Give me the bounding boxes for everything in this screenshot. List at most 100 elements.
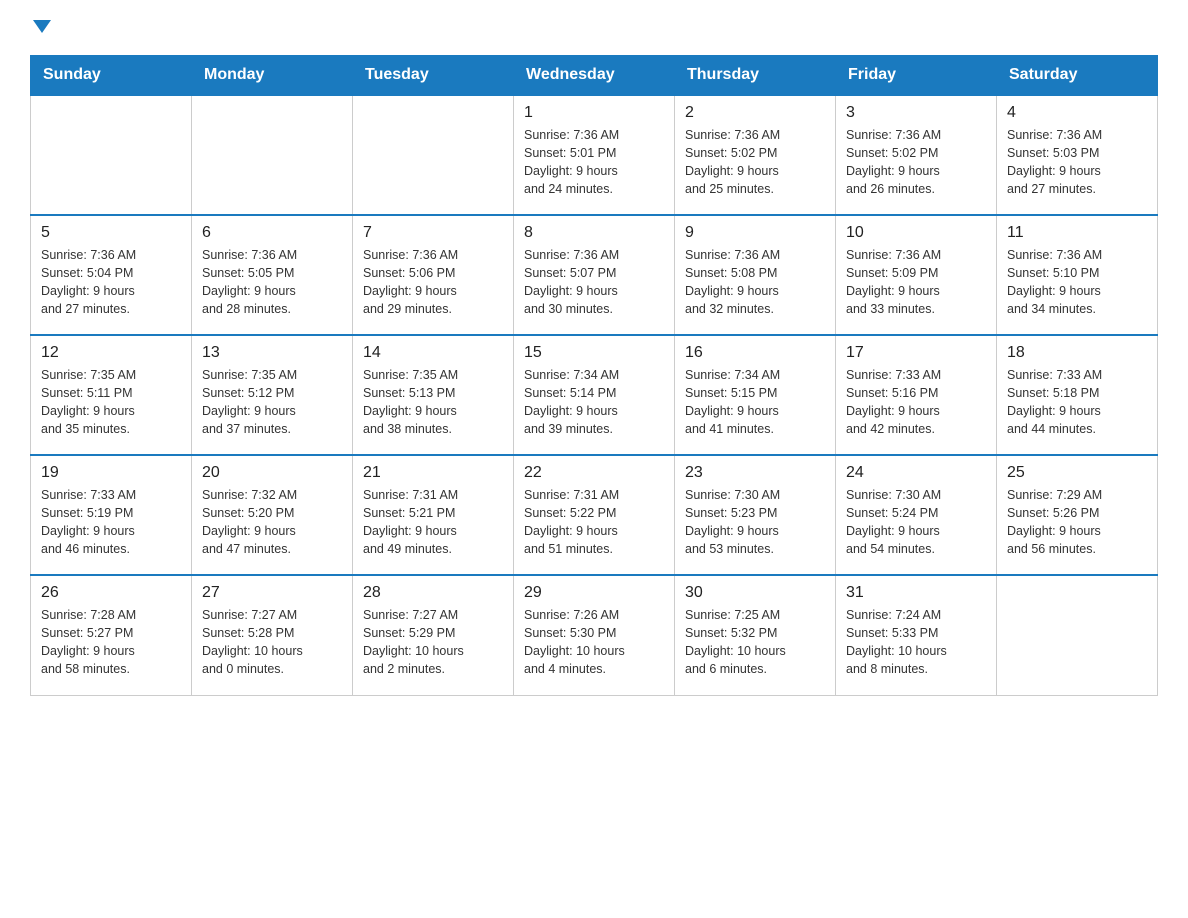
day-number: 17	[846, 344, 986, 362]
day-info: Sunrise: 7:36 AM Sunset: 5:03 PM Dayligh…	[1007, 126, 1147, 199]
day-info: Sunrise: 7:30 AM Sunset: 5:24 PM Dayligh…	[846, 486, 986, 559]
day-number: 29	[524, 584, 664, 602]
calendar-cell: 23 Sunrise: 7:30 AM Sunset: 5:23 PM Dayli…	[675, 455, 836, 575]
day-number: 31	[846, 584, 986, 602]
calendar-cell: 16 Sunrise: 7:34 AM Sunset: 5:15 PM Dayli…	[675, 335, 836, 455]
calendar-cell: 31 Sunrise: 7:24 AM Sunset: 5:33 PM Dayli…	[836, 575, 997, 695]
calendar-cell: 30 Sunrise: 7:25 AM Sunset: 5:32 PM Dayli…	[675, 575, 836, 695]
week-row-5: 26 Sunrise: 7:28 AM Sunset: 5:27 PM Dayli…	[31, 575, 1158, 695]
calendar-cell: 6Sunrise: 7:36 AM Sunset: 5:05 PM Daylig…	[192, 215, 353, 335]
day-info: Sunrise: 7:36 AM Sunset: 5:01 PM Dayligh…	[524, 126, 664, 199]
calendar-cell: 14Sunrise: 7:35 AM Sunset: 5:13 PM Dayli…	[353, 335, 514, 455]
calendar-cell: 29 Sunrise: 7:26 AM Sunset: 5:30 PM Dayli…	[514, 575, 675, 695]
calendar-cell	[997, 575, 1158, 695]
day-info: Sunrise: 7:36 AM Sunset: 5:07 PM Dayligh…	[524, 246, 664, 319]
day-info: Sunrise: 7:31 AM Sunset: 5:22 PM Dayligh…	[524, 486, 664, 559]
day-info: Sunrise: 7:24 AM Sunset: 5:33 PM Dayligh…	[846, 606, 986, 679]
day-number: 23	[685, 464, 825, 482]
day-info: Sunrise: 7:36 AM Sunset: 5:10 PM Dayligh…	[1007, 246, 1147, 319]
day-info: Sunrise: 7:34 AM Sunset: 5:15 PM Dayligh…	[685, 366, 825, 439]
day-info: Sunrise: 7:33 AM Sunset: 5:19 PM Dayligh…	[41, 486, 181, 559]
weekday-header-thursday: Thursday	[675, 56, 836, 96]
day-info: Sunrise: 7:26 AM Sunset: 5:30 PM Dayligh…	[524, 606, 664, 679]
day-number: 18	[1007, 344, 1147, 362]
calendar-table: SundayMondayTuesdayWednesdayThursdayFrid…	[30, 55, 1158, 696]
day-info: Sunrise: 7:36 AM Sunset: 5:02 PM Dayligh…	[685, 126, 825, 199]
day-number: 7	[363, 224, 503, 242]
day-number: 24	[846, 464, 986, 482]
day-number: 5	[41, 224, 181, 242]
calendar-cell: 7 Sunrise: 7:36 AM Sunset: 5:06 PM Daylig…	[353, 215, 514, 335]
weekday-header-tuesday: Tuesday	[353, 56, 514, 96]
calendar-cell: 15 Sunrise: 7:34 AM Sunset: 5:14 PM Dayli…	[514, 335, 675, 455]
day-number: 25	[1007, 464, 1147, 482]
calendar-cell: 11 Sunrise: 7:36 AM Sunset: 5:10 PM Dayli…	[997, 215, 1158, 335]
calendar-cell: 10Sunrise: 7:36 AM Sunset: 5:09 PM Dayli…	[836, 215, 997, 335]
day-number: 15	[524, 344, 664, 362]
calendar-cell: 5 Sunrise: 7:36 AM Sunset: 5:04 PM Daylig…	[31, 215, 192, 335]
day-info: Sunrise: 7:36 AM Sunset: 5:02 PM Dayligh…	[846, 126, 986, 199]
calendar-cell: 8Sunrise: 7:36 AM Sunset: 5:07 PM Daylig…	[514, 215, 675, 335]
calendar-cell: 25 Sunrise: 7:29 AM Sunset: 5:26 PM Dayli…	[997, 455, 1158, 575]
day-number: 13	[202, 344, 342, 362]
day-number: 28	[363, 584, 503, 602]
calendar-cell: 26 Sunrise: 7:28 AM Sunset: 5:27 PM Dayli…	[31, 575, 192, 695]
logo	[30, 20, 51, 35]
day-info: Sunrise: 7:30 AM Sunset: 5:23 PM Dayligh…	[685, 486, 825, 559]
day-info: Sunrise: 7:28 AM Sunset: 5:27 PM Dayligh…	[41, 606, 181, 679]
day-number: 19	[41, 464, 181, 482]
day-number: 30	[685, 584, 825, 602]
day-info: Sunrise: 7:32 AM Sunset: 5:20 PM Dayligh…	[202, 486, 342, 559]
week-row-3: 12 Sunrise: 7:35 AM Sunset: 5:11 PM Dayli…	[31, 335, 1158, 455]
weekday-header-sunday: Sunday	[31, 56, 192, 96]
day-number: 9	[685, 224, 825, 242]
weekday-header-friday: Friday	[836, 56, 997, 96]
day-info: Sunrise: 7:25 AM Sunset: 5:32 PM Dayligh…	[685, 606, 825, 679]
day-number: 11	[1007, 224, 1147, 242]
day-number: 1	[524, 104, 664, 122]
calendar-cell: 18Sunrise: 7:33 AM Sunset: 5:18 PM Dayli…	[997, 335, 1158, 455]
weekday-header-wednesday: Wednesday	[514, 56, 675, 96]
day-info: Sunrise: 7:27 AM Sunset: 5:28 PM Dayligh…	[202, 606, 342, 679]
week-row-1: 1 Sunrise: 7:36 AM Sunset: 5:01 PM Daylig…	[31, 95, 1158, 215]
week-row-4: 19 Sunrise: 7:33 AM Sunset: 5:19 PM Dayli…	[31, 455, 1158, 575]
day-number: 3	[846, 104, 986, 122]
calendar-cell: 2 Sunrise: 7:36 AM Sunset: 5:02 PM Daylig…	[675, 95, 836, 215]
day-info: Sunrise: 7:31 AM Sunset: 5:21 PM Dayligh…	[363, 486, 503, 559]
calendar-cell: 22Sunrise: 7:31 AM Sunset: 5:22 PM Dayli…	[514, 455, 675, 575]
day-info: Sunrise: 7:27 AM Sunset: 5:29 PM Dayligh…	[363, 606, 503, 679]
calendar-cell: 17 Sunrise: 7:33 AM Sunset: 5:16 PM Dayli…	[836, 335, 997, 455]
calendar-cell: 27 Sunrise: 7:27 AM Sunset: 5:28 PM Dayli…	[192, 575, 353, 695]
logo-triangle-icon	[33, 20, 51, 33]
weekday-header-saturday: Saturday	[997, 56, 1158, 96]
day-info: Sunrise: 7:36 AM Sunset: 5:06 PM Dayligh…	[363, 246, 503, 319]
calendar-cell: 3 Sunrise: 7:36 AM Sunset: 5:02 PM Daylig…	[836, 95, 997, 215]
day-number: 16	[685, 344, 825, 362]
day-number: 10	[846, 224, 986, 242]
day-info: Sunrise: 7:35 AM Sunset: 5:11 PM Dayligh…	[41, 366, 181, 439]
day-info: Sunrise: 7:34 AM Sunset: 5:14 PM Dayligh…	[524, 366, 664, 439]
calendar-cell: 13Sunrise: 7:35 AM Sunset: 5:12 PM Dayli…	[192, 335, 353, 455]
day-number: 14	[363, 344, 503, 362]
day-info: Sunrise: 7:36 AM Sunset: 5:08 PM Dayligh…	[685, 246, 825, 319]
day-number: 12	[41, 344, 181, 362]
day-number: 26	[41, 584, 181, 602]
day-number: 21	[363, 464, 503, 482]
calendar-cell	[31, 95, 192, 215]
day-info: Sunrise: 7:33 AM Sunset: 5:16 PM Dayligh…	[846, 366, 986, 439]
calendar-cell: 19 Sunrise: 7:33 AM Sunset: 5:19 PM Dayli…	[31, 455, 192, 575]
calendar-cell: 4 Sunrise: 7:36 AM Sunset: 5:03 PM Daylig…	[997, 95, 1158, 215]
day-info: Sunrise: 7:29 AM Sunset: 5:26 PM Dayligh…	[1007, 486, 1147, 559]
calendar-cell: 12 Sunrise: 7:35 AM Sunset: 5:11 PM Dayli…	[31, 335, 192, 455]
day-info: Sunrise: 7:36 AM Sunset: 5:04 PM Dayligh…	[41, 246, 181, 319]
day-number: 2	[685, 104, 825, 122]
calendar-cell: 9 Sunrise: 7:36 AM Sunset: 5:08 PM Daylig…	[675, 215, 836, 335]
calendar-cell: 28 Sunrise: 7:27 AM Sunset: 5:29 PM Dayli…	[353, 575, 514, 695]
day-number: 27	[202, 584, 342, 602]
day-number: 20	[202, 464, 342, 482]
day-number: 6	[202, 224, 342, 242]
weekday-header-row: SundayMondayTuesdayWednesdayThursdayFrid…	[31, 56, 1158, 96]
day-number: 4	[1007, 104, 1147, 122]
week-row-2: 5 Sunrise: 7:36 AM Sunset: 5:04 PM Daylig…	[31, 215, 1158, 335]
calendar-cell: 24 Sunrise: 7:30 AM Sunset: 5:24 PM Dayli…	[836, 455, 997, 575]
